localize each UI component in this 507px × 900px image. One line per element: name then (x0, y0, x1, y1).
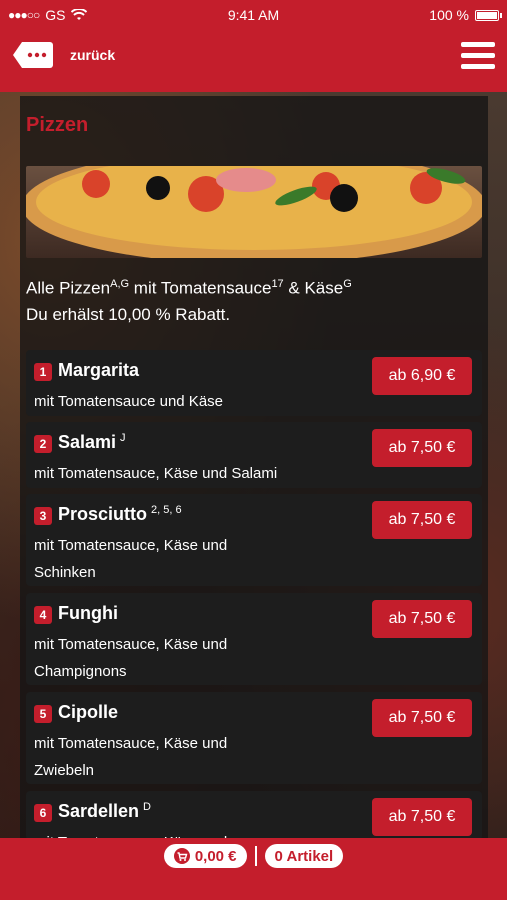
pizza-illustration (26, 166, 482, 258)
cart-footer: 0,00 € 0 Artikel (0, 838, 507, 900)
status-bar: ●●●○○ GS 9:41 AM 100 % (0, 0, 507, 30)
back-arrow-icon (13, 42, 53, 68)
item-description: mit Tomatensauce, Käse und Zwiebeln (34, 735, 228, 779)
nav-bar: zurück (0, 30, 507, 92)
price-button[interactable]: ab 7,50 € (372, 501, 472, 539)
price-button[interactable]: ab 7,50 € (372, 429, 472, 467)
cart-total: 0,00 € (194, 847, 237, 865)
intro-footnote: 17 (271, 278, 284, 290)
article-count-button[interactable]: 0 Artikel (264, 844, 344, 868)
item-number: 6 (34, 804, 52, 822)
menu-panel: Pizzen Alle PizzenA,G mit Tomatensauce17… (20, 96, 488, 838)
menu-item[interactable]: 3 Prosciutto 2, 5, 6 mit Tomatensauce, Kä… (26, 494, 482, 586)
item-number: 2 (34, 435, 52, 453)
item-name: Funghi (58, 603, 118, 623)
menu-item[interactable]: 1 Margarita mit Tomatensauce und Käse ab… (26, 350, 482, 416)
article-count: 0 Artikel (274, 847, 334, 865)
pizza-image (26, 166, 482, 258)
content-area: Pizzen Alle PizzenA,G mit Tomatensauce17… (0, 92, 507, 838)
cart-icon (173, 848, 190, 864)
price-button[interactable]: ab 7,50 € (372, 798, 472, 836)
intro-text: & Käse (283, 278, 344, 298)
hamburger-menu-icon[interactable] (461, 42, 495, 70)
price-button[interactable]: ab 7,50 € (372, 600, 472, 638)
item-name: Salami J (58, 432, 126, 452)
item-name: Prosciutto 2, 5, 6 (58, 504, 182, 524)
intro-footnote: G (343, 278, 352, 290)
item-name: Cipolle (58, 702, 119, 722)
price-button[interactable]: ab 7,50 € (372, 699, 472, 737)
menu-item[interactable]: 4 Funghi mit Tomatensauce, Käse und Cham… (26, 593, 482, 685)
intro-footnote: A,G (110, 278, 130, 290)
battery-icon (475, 9, 502, 21)
menu-item[interactable]: 5 Cipolle mit Tomatensauce, Käse und Zwi… (26, 692, 482, 784)
item-description: mit Tomatensauce, Käse und Champignons (34, 636, 228, 680)
item-name: Margarita (58, 360, 140, 380)
menu-item[interactable]: 6 SardellenD mit Tomatensauce, Käse und … (26, 791, 482, 838)
item-number: 4 (34, 606, 52, 624)
item-number: 3 (34, 507, 52, 525)
item-description: mit Tomatensauce, Käse und Salami (34, 465, 278, 482)
section-title: Pizzen (26, 114, 89, 136)
intro-text: Alle Pizzen (26, 278, 111, 298)
status-right: 100 % (429, 7, 502, 23)
price-button[interactable]: ab 6,90 € (372, 357, 472, 395)
discount-text: Du erhälst 10,00 % Rabatt. (26, 304, 231, 324)
item-description: mit Tomatensauce, Käse und (34, 829, 274, 838)
section-intro: Alle PizzenA,G mit Tomatensauce17 & Käse… (26, 271, 482, 328)
item-number: 5 (34, 705, 52, 723)
back-label: zurück (70, 47, 116, 63)
menu-item[interactable]: 2 Salami J mit Tomatensauce, Käse und Sal… (26, 422, 482, 488)
back-button[interactable]: zurück (12, 40, 115, 70)
intro-text: mit Tomatensauce (129, 278, 272, 298)
item-number: 1 (34, 363, 52, 381)
battery-label: 100 % (429, 7, 469, 23)
item-description: mit Tomatensauce, Käse und Schinken (34, 537, 228, 581)
cart-total-button[interactable]: 0,00 € (163, 844, 247, 868)
item-name: Sardellen D (58, 801, 151, 821)
footer-divider (254, 846, 257, 866)
item-description: mit Tomatensauce und Käse (34, 393, 224, 410)
